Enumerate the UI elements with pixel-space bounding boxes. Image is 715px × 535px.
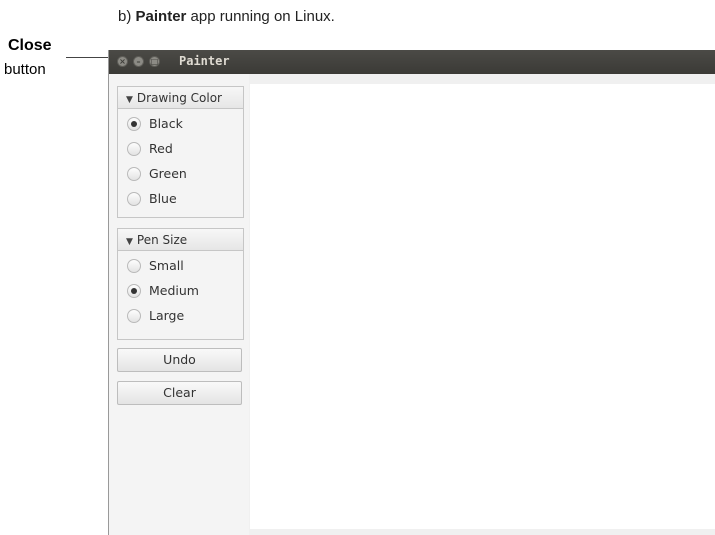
undo-button[interactable]: Undo: [117, 348, 242, 372]
figure-caption: b) Painter app running on Linux.: [118, 8, 335, 25]
callout-title: Close: [8, 37, 52, 54]
callout-subtitle: button: [4, 61, 46, 78]
radio-label: Red: [149, 141, 173, 156]
window-title: Painter: [179, 54, 230, 68]
drawing-color-label: Drawing Color: [136, 91, 222, 105]
radio-button[interactable]: [127, 167, 141, 181]
maximize-icon: □: [150, 57, 159, 66]
maximize-button[interactable]: □: [149, 56, 160, 67]
pen-size-header[interactable]: ▼ Pen Size: [118, 229, 243, 251]
control-sidebar: ▼ Drawing Color Black Red Green Blue ▼ P…: [109, 74, 249, 535]
caption-app-name: Painter: [135, 8, 187, 25]
radio-label: Blue: [149, 191, 177, 206]
radio-label: Small: [149, 258, 184, 273]
radio-button[interactable]: [127, 309, 141, 323]
radio-red[interactable]: Red: [118, 138, 243, 163]
radio-label: Large: [149, 308, 185, 323]
drawing-color-header[interactable]: ▼ Drawing Color: [118, 87, 243, 109]
drawing-color-panel: ▼ Drawing Color Black Red Green Blue: [117, 86, 244, 218]
minimize-icon: –: [136, 57, 141, 66]
painter-window: × – □ Painter ▼Drawing Color Black Red: [108, 50, 715, 535]
triangle-down-icon: ▼: [126, 95, 133, 105]
radio-medium[interactable]: Medium: [118, 280, 243, 305]
caption-suffix: app running on Linux.: [186, 8, 335, 25]
caption-prefix: b): [118, 8, 136, 25]
triangle-down-icon: ▼: [126, 237, 133, 247]
radio-label: Green: [149, 166, 187, 181]
radio-button[interactable]: [127, 142, 141, 156]
radio-button[interactable]: [127, 259, 141, 273]
pen-size-label: Pen Size: [136, 233, 188, 247]
radio-blue[interactable]: Blue: [118, 188, 243, 213]
radio-button-selected[interactable]: [127, 117, 141, 131]
pen-size-panel: ▼ Pen Size Small Medium Large: [117, 228, 244, 340]
radio-small[interactable]: Small: [118, 255, 243, 280]
radio-button-selected[interactable]: [127, 284, 141, 298]
title-bar[interactable]: × – □ Painter: [109, 50, 715, 74]
radio-black[interactable]: Black: [118, 113, 243, 138]
radio-label: Black: [149, 116, 183, 131]
drawing-canvas[interactable]: [250, 84, 715, 529]
clear-button[interactable]: Clear: [117, 381, 242, 405]
radio-large[interactable]: Large: [118, 305, 243, 330]
close-icon: ×: [119, 57, 126, 66]
radio-label: Medium: [149, 283, 199, 298]
radio-button[interactable]: [127, 192, 141, 206]
close-button[interactable]: ×: [117, 56, 128, 67]
radio-green[interactable]: Green: [118, 163, 243, 188]
minimize-button[interactable]: –: [133, 56, 144, 67]
